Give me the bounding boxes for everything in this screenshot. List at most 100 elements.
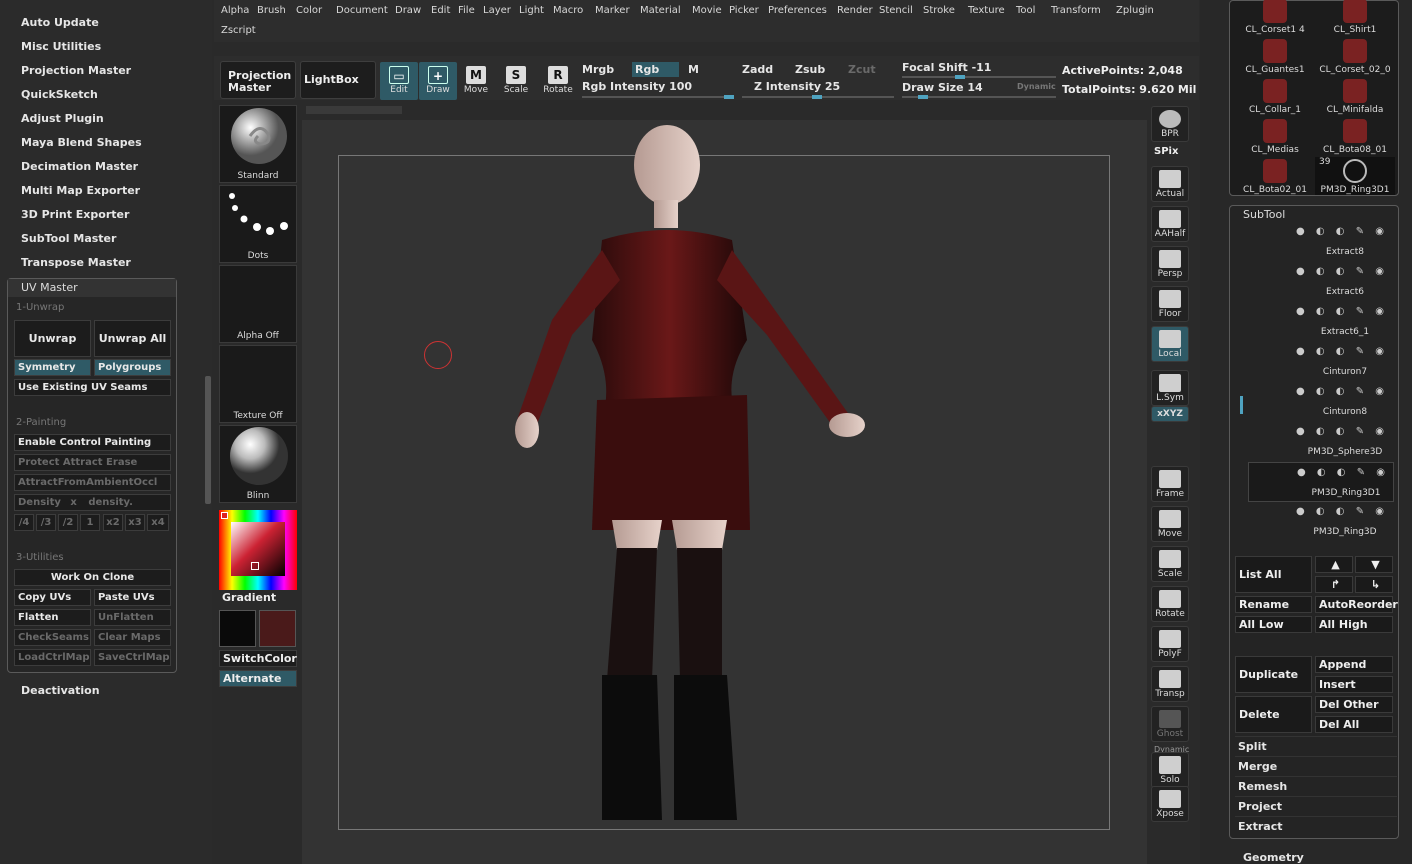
plugin-decimation-master[interactable]: Decimation Master xyxy=(21,160,138,173)
subtool-item[interactable]: ● ◐ ◐ ✎ ◉ Extract6 xyxy=(1248,262,1394,302)
split-section[interactable]: Split xyxy=(1235,736,1397,755)
menu-texture[interactable]: Texture xyxy=(968,5,1005,16)
menu-stroke[interactable]: Stroke xyxy=(923,5,955,16)
projection-master-button[interactable]: Projection Master xyxy=(220,61,296,99)
density-div4[interactable]: /4 xyxy=(14,514,34,531)
spix-slider[interactable]: SPix xyxy=(1154,146,1178,157)
menu-alpha[interactable]: Alpha xyxy=(221,5,249,16)
subtool-item-selected[interactable]: ● ◐ ◐ ✎ ◉ PM3D_Ring3D1 xyxy=(1248,462,1394,502)
zcut-button[interactable]: Zcut xyxy=(848,63,876,76)
focal-shift-knob[interactable] xyxy=(955,75,965,79)
mrgb-button[interactable]: Mrgb xyxy=(582,63,614,76)
menu-render[interactable]: Render xyxy=(837,5,873,16)
density-x3[interactable]: x3 xyxy=(125,514,145,531)
rotate-mode-button[interactable]: R Rotate xyxy=(539,62,577,100)
actual-button[interactable]: Actual xyxy=(1151,166,1189,202)
plugin-multi-map-exporter[interactable]: Multi Map Exporter xyxy=(21,184,140,197)
menu-zscript[interactable]: Zscript xyxy=(221,25,256,36)
load-ctrl-map-button[interactable]: LoadCtrlMap xyxy=(14,649,91,666)
tool-thumb-active[interactable]: 39 PM3D_Ring3D1 xyxy=(1315,157,1395,195)
menu-layer[interactable]: Layer xyxy=(483,5,511,16)
bpr-button[interactable]: BPR xyxy=(1151,106,1189,142)
unwrap-button[interactable]: Unwrap xyxy=(14,320,91,357)
subtool-visibility-icons[interactable]: ● ◐ ◐ ✎ ◉ xyxy=(1296,506,1396,517)
density-div2[interactable]: /2 xyxy=(58,514,78,531)
plugin-projection-master[interactable]: Projection Master xyxy=(21,64,131,77)
append-button[interactable]: Append xyxy=(1315,656,1393,673)
density-slider[interactable]: Density x density. xyxy=(14,494,171,511)
enable-control-painting-button[interactable]: Enable Control Painting xyxy=(14,434,171,451)
move-down-folder-button[interactable]: ↳ xyxy=(1355,576,1393,593)
work-on-clone-button[interactable]: Work On Clone xyxy=(14,569,171,586)
plugin-subtool-master[interactable]: SubTool Master xyxy=(21,232,116,245)
color-picker-marker[interactable] xyxy=(251,562,259,570)
extract-section[interactable]: Extract xyxy=(1235,816,1397,835)
menu-light[interactable]: Light xyxy=(519,5,544,16)
subtool-scrollbar[interactable] xyxy=(1240,396,1243,414)
menu-tool[interactable]: Tool xyxy=(1016,5,1035,16)
menu-file[interactable]: File xyxy=(458,5,475,16)
character-model[interactable] xyxy=(302,120,1147,864)
tool-thumb[interactable]: CL_Minifalda xyxy=(1315,77,1395,115)
flatten-button[interactable]: Flatten xyxy=(14,609,91,626)
gradient-toggle[interactable]: Gradient xyxy=(219,590,297,607)
menu-material[interactable]: Material xyxy=(640,5,681,16)
transp-button[interactable]: Transp xyxy=(1151,666,1189,702)
polygroups-toggle[interactable]: Polygroups xyxy=(94,359,171,376)
merge-section[interactable]: Merge xyxy=(1235,756,1397,775)
subtool-visibility-icons[interactable]: ● ◐ ◐ ✎ ◉ xyxy=(1296,346,1396,357)
project-section[interactable]: Project xyxy=(1235,796,1397,815)
scale-mode-button[interactable]: S Scale xyxy=(497,62,535,100)
material-blinn-tile[interactable]: Blinn xyxy=(219,425,297,503)
zsub-button[interactable]: Zsub xyxy=(795,63,825,76)
tool-thumb[interactable]: CL_Corset1 4 xyxy=(1235,0,1315,35)
tool-thumb[interactable]: CL_Shirt1 xyxy=(1315,0,1395,35)
all-low-button[interactable]: All Low xyxy=(1235,616,1312,633)
edit-mode-button[interactable]: ▭ Edit xyxy=(380,62,418,100)
xpose-button[interactable]: Xpose xyxy=(1151,786,1189,822)
remesh-section[interactable]: Remesh xyxy=(1235,776,1397,795)
menu-stencil[interactable]: Stencil xyxy=(879,5,913,16)
viewport-canvas[interactable] xyxy=(302,120,1147,864)
color-picker[interactable] xyxy=(219,510,297,590)
subtool-visibility-icons[interactable]: ● ◐ ◐ ✎ ◉ xyxy=(1296,386,1396,397)
subtool-title[interactable]: SubTool xyxy=(1243,208,1285,221)
subtool-visibility-icons[interactable]: ● ◐ ◐ ✎ ◉ xyxy=(1296,426,1396,437)
aahalf-button[interactable]: AAHalf xyxy=(1151,206,1189,242)
solo-button[interactable]: Solo xyxy=(1151,752,1189,788)
menu-macro[interactable]: Macro xyxy=(553,5,583,16)
secondary-color-swatch[interactable] xyxy=(259,610,296,647)
move-view-button[interactable]: Move xyxy=(1151,506,1189,542)
density-div3[interactable]: /3 xyxy=(36,514,56,531)
use-existing-uv-seams-toggle[interactable]: Use Existing UV Seams xyxy=(14,379,171,396)
subtool-item[interactable]: ● ◐ ◐ ✎ ◉ PM3D_Ring3D xyxy=(1248,502,1394,542)
rgb-intensity-knob[interactable] xyxy=(724,95,734,99)
draw-mode-button[interactable]: + Draw xyxy=(419,62,457,100)
subtool-visibility-icons[interactable]: ● ◐ ◐ ✎ ◉ xyxy=(1296,266,1396,277)
menu-preferences[interactable]: Preferences xyxy=(768,5,827,16)
unflatten-button[interactable]: UnFlatten xyxy=(94,609,171,626)
z-intensity-knob[interactable] xyxy=(812,95,822,99)
plugin-adjust[interactable]: Adjust Plugin xyxy=(21,112,104,125)
menu-brush[interactable]: Brush xyxy=(257,5,286,16)
delete-button[interactable]: Delete xyxy=(1235,696,1312,733)
menu-draw[interactable]: Draw xyxy=(395,5,421,16)
switchcolor-button[interactable]: SwitchColor xyxy=(219,650,297,667)
frame-button[interactable]: Frame xyxy=(1151,466,1189,502)
tool-thumb[interactable]: CL_Medias xyxy=(1235,117,1315,155)
zadd-button[interactable]: Zadd xyxy=(742,63,773,76)
autoreorder-button[interactable]: AutoReorder xyxy=(1315,596,1398,613)
geometry-section[interactable]: Geometry xyxy=(1243,851,1304,864)
lightbox-button[interactable]: LightBox xyxy=(300,61,376,99)
menu-edit[interactable]: Edit xyxy=(431,5,450,16)
move-down-button[interactable]: ▼ xyxy=(1355,556,1393,573)
plugin-auto-update[interactable]: Auto Update xyxy=(21,16,99,29)
rotate-view-button[interactable]: Rotate xyxy=(1151,586,1189,622)
clear-maps-button[interactable]: Clear Maps xyxy=(94,629,171,646)
attract-from-ambient-button[interactable]: AttractFromAmbientOccl xyxy=(14,474,171,491)
menu-movie[interactable]: Movie xyxy=(692,5,722,16)
color-hue-marker[interactable] xyxy=(221,512,228,519)
subtool-item[interactable]: ● ◐ ◐ ✎ ◉ Cinturon7 xyxy=(1248,342,1394,382)
primary-color-swatch[interactable] xyxy=(219,610,256,647)
plugin-deactivation[interactable]: Deactivation xyxy=(21,684,100,697)
